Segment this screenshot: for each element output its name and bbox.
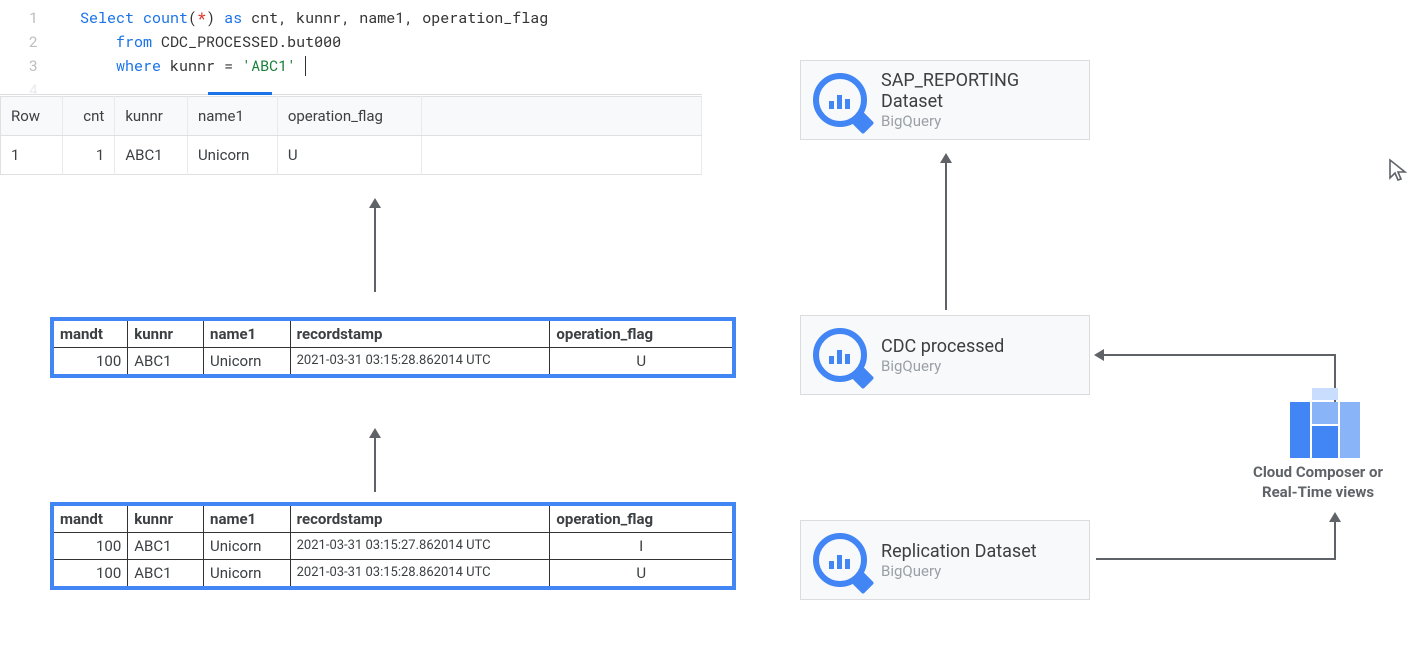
replication-table: mandt kunnr name1 recordstamp operation_… <box>50 502 736 590</box>
card-subtitle: BigQuery <box>881 357 1004 375</box>
sap-reporting-dataset-card: SAP_REPORTING Dataset BigQuery <box>800 60 1090 140</box>
card-subtitle: BigQuery <box>881 562 1037 580</box>
cdc-processed-table: mandt kunnr name1 recordstamp operation_… <box>50 317 736 378</box>
composer-label: Cloud Composer or Real-Time views <box>1220 462 1416 502</box>
table-header-row: Row cnt kunnr name1 operation_flag <box>1 97 702 136</box>
replication-dataset-card: Replication Dataset BigQuery <box>800 520 1090 600</box>
cdc-processed-dataset-card: CDC processed BigQuery <box>800 315 1090 395</box>
arrow-up-icon <box>374 430 376 492</box>
cloud-composer-icon <box>1290 388 1360 458</box>
table-row: 100 ABC1 Unicorn 2021-03-31 03:15:27.862… <box>52 533 734 560</box>
arrow-up-icon <box>945 155 947 310</box>
editor-code: Select count(*) as cnt, kunnr, name1, op… <box>80 6 702 78</box>
card-title: SAP_REPORTING Dataset <box>881 70 1077 112</box>
cursor-icon <box>1388 158 1410 190</box>
sql-editor[interactable]: 1 2 3 4 Select count(*) as cnt, kunnr, n… <box>0 0 702 95</box>
card-title: Replication Dataset <box>881 541 1037 562</box>
table-row: 100 ABC1 Unicorn 2021-03-31 03:15:28.862… <box>52 348 734 377</box>
card-title: CDC processed <box>881 336 1004 357</box>
tab-underline <box>208 92 272 95</box>
arrow-up-icon <box>374 200 376 292</box>
editor-gutter: 1 2 3 4 <box>0 6 50 102</box>
bigquery-icon <box>813 73 867 127</box>
bigquery-icon <box>813 328 867 382</box>
query-results-table: Row cnt kunnr name1 operation_flag 1 1 A… <box>0 96 702 175</box>
table-row: 100 ABC1 Unicorn 2021-03-31 03:15:28.862… <box>52 560 734 589</box>
table-row: 1 1 ABC1 Unicorn U <box>1 136 702 175</box>
bigquery-icon <box>813 533 867 587</box>
card-subtitle: BigQuery <box>881 112 1077 130</box>
